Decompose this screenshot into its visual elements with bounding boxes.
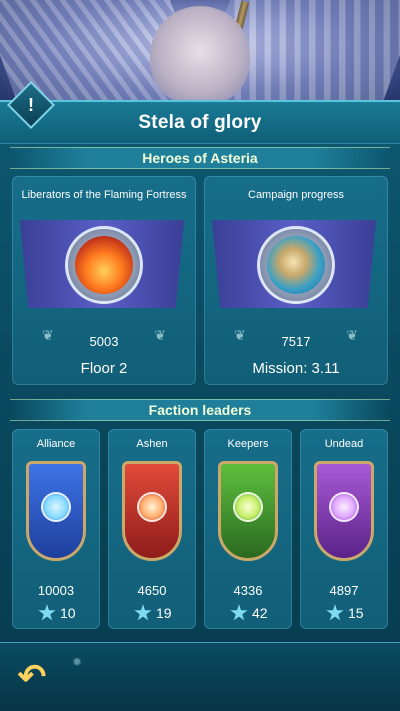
card-label: Liberators of the Flaming Fortress <box>21 189 187 201</box>
keepers-shield-icon <box>218 461 278 561</box>
faction-value: 4336 <box>233 583 263 598</box>
card-subtext: Floor 2 <box>80 360 128 377</box>
card-label: Campaign progress <box>248 189 344 201</box>
faction-name: Keepers <box>227 438 269 450</box>
faction-card-alliance[interactable]: Alliance 10003 10 <box>12 429 100 629</box>
undead-shield-icon <box>314 461 374 561</box>
faction-section-header: Faction leaders <box>10 399 390 421</box>
flaming-fortress-medal-icon <box>65 226 143 304</box>
card-subtext: Mission: 3.11 <box>252 360 340 377</box>
gear-icon: ✹ <box>72 655 83 669</box>
hero-banner-art <box>0 0 400 110</box>
star-icon <box>38 604 56 621</box>
heroes-section-title: Heroes of Asteria <box>142 150 258 166</box>
faction-card-ashen[interactable]: Ashen 4650 19 <box>108 429 196 629</box>
faction-value: 4650 <box>137 583 167 598</box>
star-count: 19 <box>156 605 172 621</box>
star-count: 10 <box>60 605 76 621</box>
star-count: 42 <box>252 605 268 621</box>
star-icon <box>326 604 344 621</box>
faction-name: Alliance <box>36 438 76 450</box>
star-icon <box>134 604 152 621</box>
campaign-progress-card[interactable]: Campaign progress ❦ ❦ 7517 Mission: 3.11 <box>204 176 388 385</box>
faction-card-undead[interactable]: Undead 4897 15 <box>300 429 388 629</box>
star-count: 15 <box>348 605 364 621</box>
alliance-shield-icon <box>26 461 86 561</box>
back-arrow-icon[interactable]: ↶ <box>12 658 52 696</box>
card-value: 7517 <box>281 334 311 349</box>
faction-card-keepers[interactable]: Keepers 4336 42 <box>204 429 292 629</box>
page-title: Stela of glory <box>138 111 262 133</box>
bottom-bar: ↶ ✹ <box>0 642 400 711</box>
ashen-shield-icon <box>122 461 182 561</box>
heroes-section-header: Heroes of Asteria <box>10 147 390 169</box>
exclamation-icon: ! <box>28 94 34 115</box>
faction-name: Undead <box>324 438 364 450</box>
star-icon <box>230 604 248 621</box>
faction-value: 4897 <box>329 583 359 598</box>
faction-name: Ashen <box>136 438 168 450</box>
goddess-portrait <box>150 6 250 106</box>
flaming-fortress-card[interactable]: Liberators of the Flaming Fortress ❦ ❦ 5… <box>12 176 196 385</box>
campaign-map-medal-icon <box>257 226 335 304</box>
title-bar: Stela of glory <box>0 100 400 144</box>
faction-section-title: Faction leaders <box>148 402 252 418</box>
card-value: 5003 <box>89 334 119 349</box>
faction-value: 10003 <box>37 583 75 598</box>
